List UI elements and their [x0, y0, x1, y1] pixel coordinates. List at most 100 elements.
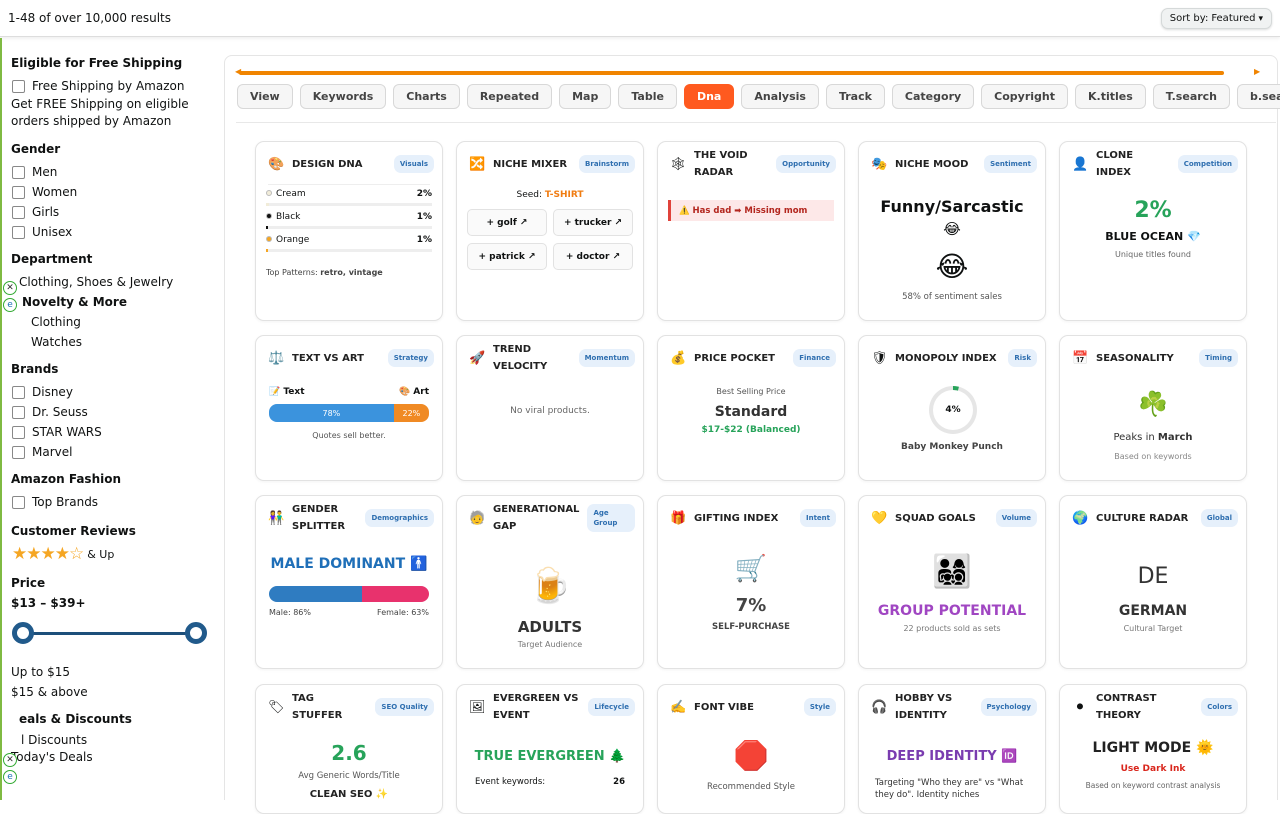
male-bar-fill [269, 586, 362, 602]
tab-charts[interactable]: Charts [393, 84, 460, 109]
price-range: $17-$22 (Balanced) [701, 425, 801, 435]
card-badge: Lifecycle [588, 698, 635, 716]
slider-track [22, 632, 198, 635]
mix-chip[interactable]: + patrick ↗ [467, 243, 547, 270]
card-badge: Demographics [365, 509, 434, 527]
seasonality-icon: 📅 [1072, 350, 1089, 366]
close-icon[interactable]: ✕ [3, 281, 17, 295]
filter-heading-fashion: Amazon Fashion [11, 472, 122, 486]
filter-4-stars[interactable]: ★★★★☆ & Up [12, 544, 224, 564]
results-bar: 1-48 of over 10,000 results Sort by: Fea… [0, 0, 1280, 37]
culture-icon: 🌍 [1072, 510, 1089, 526]
velocity-note: No viral products. [510, 406, 590, 416]
filter-label: Men [32, 165, 58, 179]
tab-repeated[interactable]: Repeated [466, 84, 553, 109]
slider-max-handle[interactable] [185, 622, 207, 644]
filter-brand-1[interactable]: Dr. Seuss [12, 402, 224, 422]
card-title: DESIGN DNA [292, 158, 363, 170]
female-pct: Female: 63% [377, 608, 429, 617]
horizontal-scrollbar[interactable] [239, 71, 1224, 75]
card-title: FONT VIBE [694, 701, 754, 713]
checkbox[interactable] [12, 79, 25, 93]
mix-chip[interactable]: + golf ↗ [467, 209, 547, 236]
tag-result: CLEAN SEO ✨ [309, 789, 389, 800]
extension-icon[interactable]: e [3, 298, 17, 312]
mix-chip[interactable]: + trucker ↗ [553, 209, 633, 236]
card-header: 🌍 CULTURE RADAR Global [1072, 506, 1238, 530]
dept-novelty[interactable]: Novelty & More [22, 292, 224, 312]
card-header: 🎧 HOBBY VS IDENTITY Psychology [871, 693, 1037, 721]
close-icon[interactable]: ✕ [3, 753, 17, 767]
card-gifting: 🎁 GIFTING INDEX Intent 🛒 7% SELF-PURCHASE [657, 495, 845, 669]
checkbox[interactable] [12, 425, 25, 439]
card-niche-mood: 🎭 NICHE MOOD Sentiment Funny/Sarcastic 😂 … [858, 141, 1046, 321]
checkbox[interactable] [12, 165, 25, 179]
tag-label: Avg Generic Words/Title [298, 771, 400, 781]
gen-label: ADULTS [517, 618, 583, 636]
filter-gender-1[interactable]: Women [12, 182, 224, 202]
design-dna-icon: 🎨 [268, 156, 285, 172]
tab-keywords[interactable]: Keywords [299, 84, 387, 109]
filter-brand-3[interactable]: Marvel [12, 442, 224, 462]
price-slider[interactable] [12, 620, 208, 646]
card-header: 💰 PRICE POCKET Finance [670, 346, 836, 370]
tab-track[interactable]: Track [825, 84, 885, 109]
tab-analysis[interactable]: Analysis [741, 84, 819, 109]
tab-b-search[interactable]: b.search [1237, 84, 1280, 109]
filter-brand-2[interactable]: STAR WARS [12, 422, 224, 442]
male-pct: Male: 86% [269, 608, 311, 617]
sort-dropdown[interactable]: Sort by: Featured ▾ [1160, 8, 1272, 29]
dept-clothing[interactable]: Clothing [31, 312, 224, 332]
checkbox[interactable] [12, 225, 25, 239]
tab-k-titles[interactable]: K.titles [1075, 84, 1146, 109]
filter-label: Unisex [32, 225, 73, 239]
filter-brand-0[interactable]: Disney [12, 382, 224, 402]
tab-copyright[interactable]: Copyright [981, 84, 1069, 109]
card-title: CULTURE RADAR [1096, 512, 1189, 524]
filter-free-shipping[interactable]: Free Shipping by Amazon [12, 76, 224, 96]
card-text-vs-art: ⚖️ TEXT VS ART Strategy 📝 Text 🎨 Art 78% … [255, 335, 443, 481]
card-title: SEASONALITY [1096, 352, 1174, 364]
seed-line: Seed: T-SHIRT [516, 190, 584, 200]
deals-all-discounts[interactable]: l Discounts [21, 732, 224, 749]
tab-table[interactable]: Table [618, 84, 677, 109]
checkbox[interactable] [12, 385, 25, 399]
card-badge: Global [1200, 509, 1238, 527]
scroll-right-icon[interactable]: ▶ [1254, 67, 1260, 76]
tab-view[interactable]: View [237, 84, 293, 109]
checkbox[interactable] [12, 445, 25, 459]
tab-map[interactable]: Map [559, 84, 612, 109]
card-header: 🛡 MONOPOLY INDEX Risk [871, 346, 1037, 370]
tab-t-search[interactable]: T.search [1152, 84, 1231, 109]
monopoly-brand: Baby Monkey Punch [901, 442, 1003, 452]
filter-gender-3[interactable]: Unisex [12, 222, 224, 242]
dept-clothing-shoes[interactable]: Clothing, Shoes & Jewelry [19, 272, 224, 292]
filter-top-brands[interactable]: Top Brands [12, 492, 224, 512]
checkbox[interactable] [12, 205, 25, 219]
checkbox[interactable] [12, 495, 25, 509]
card-title: SQUAD GOALS [895, 512, 976, 524]
checkbox[interactable] [12, 185, 25, 199]
filter-label: Top Brands [32, 495, 99, 509]
filter-heading-gender: Gender [11, 142, 61, 156]
chevron-down-icon: ▾ [1258, 13, 1263, 24]
tab-dna[interactable]: Dna [683, 84, 735, 109]
female-bar-fill [361, 586, 429, 602]
price-15-above[interactable]: $15 & above [11, 682, 224, 702]
dept-watches[interactable]: Watches [31, 332, 224, 352]
mood-big-emoji-icon: 😂 [935, 250, 969, 283]
slider-min-handle[interactable] [12, 622, 34, 644]
trend-velocity-icon: 🚀 [469, 350, 486, 366]
filter-gender-2[interactable]: Girls [12, 202, 224, 222]
price-up-to-15[interactable]: Up to $15 [11, 662, 224, 682]
tab-category[interactable]: Category [891, 84, 975, 109]
extension-icon[interactable]: e [3, 770, 17, 784]
mix-chip[interactable]: + doctor ↗ [553, 243, 633, 270]
clone-value: 2% [1134, 198, 1172, 223]
card-title: CLONE INDEX [1096, 150, 1134, 178]
deals-today[interactable]: Today's Deals [11, 749, 224, 766]
monopoly-icon: 🛡 [871, 350, 888, 366]
card-header: 🎁 GIFTING INDEX Intent [670, 506, 836, 530]
checkbox[interactable] [12, 405, 25, 419]
filter-gender-0[interactable]: Men [12, 162, 224, 182]
